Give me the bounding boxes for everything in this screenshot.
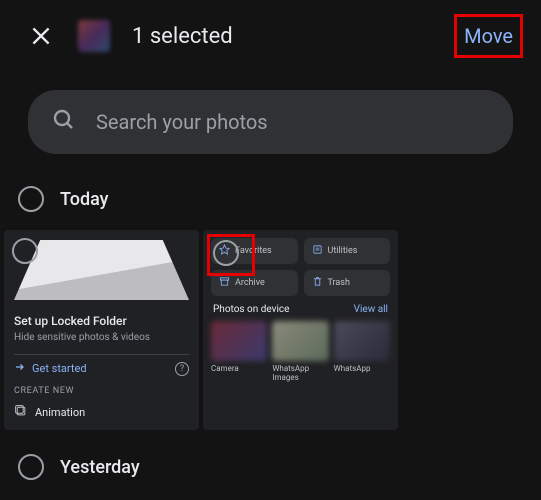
- today-label: Today: [60, 189, 109, 210]
- section-yesterday: Yesterday: [0, 446, 541, 488]
- folder-thumbnail: [272, 321, 328, 361]
- trash-chip[interactable]: Trash: [304, 270, 391, 296]
- folder-label: WhatsApp Images: [272, 364, 328, 382]
- folder-thumbnail: [211, 321, 267, 361]
- animation-label: Animation: [35, 406, 85, 419]
- selected-count: 1 selected: [132, 24, 448, 49]
- yesterday-label: Yesterday: [60, 457, 140, 478]
- close-icon[interactable]: [28, 23, 54, 49]
- archive-icon: [219, 276, 230, 290]
- utilities-icon: [312, 244, 323, 258]
- move-button-label: Move: [464, 24, 513, 48]
- today-grid: Set up Locked Folder Hide sensitive phot…: [0, 230, 541, 430]
- search-input[interactable]: Search your photos: [28, 90, 513, 154]
- move-button[interactable]: Move: [464, 24, 513, 48]
- selection-header: 1 selected Move: [0, 0, 541, 72]
- photos-on-device-label: Photos on device: [213, 304, 289, 315]
- animation-icon: [14, 404, 27, 420]
- utilities-label: Utilities: [328, 246, 358, 256]
- utilities-chip[interactable]: Utilities: [304, 238, 391, 264]
- locked-folder-card[interactable]: Set up Locked Folder Hide sensitive phot…: [4, 230, 199, 430]
- locked-folder-title: Set up Locked Folder: [14, 314, 189, 328]
- selected-thumbnail: [78, 20, 110, 52]
- trash-icon: [312, 276, 323, 290]
- help-icon[interactable]: ?: [175, 362, 189, 376]
- library-card[interactable]: Favorites Utilities Archive Trash: [203, 230, 398, 430]
- folder-label: WhatsApp: [334, 364, 390, 373]
- archive-chip[interactable]: Archive: [211, 270, 298, 296]
- folder-label: Camera: [211, 364, 267, 373]
- device-folder-whatsapp-images[interactable]: WhatsApp Images: [272, 321, 328, 382]
- favorites-label: Favorites: [235, 246, 272, 256]
- arrow-right-icon: [14, 361, 26, 376]
- view-all-button[interactable]: View all: [354, 304, 388, 315]
- get-started-label: Get started: [32, 362, 87, 375]
- device-folder-camera[interactable]: Camera: [211, 321, 267, 382]
- create-animation-button[interactable]: Animation: [14, 404, 189, 420]
- locked-folder-illustration: [14, 240, 189, 300]
- archive-label: Archive: [235, 278, 265, 288]
- create-new-header: CREATE NEW: [14, 386, 189, 396]
- select-today-checkbox[interactable]: [18, 186, 44, 212]
- select-item-checkbox[interactable]: [12, 238, 38, 264]
- trash-label: Trash: [328, 278, 350, 288]
- locked-folder-subtitle: Hide sensitive photos & videos: [14, 332, 189, 343]
- get-started-button[interactable]: Get started: [14, 361, 87, 376]
- device-folder-whatsapp[interactable]: WhatsApp: [334, 321, 390, 382]
- section-today: Today: [0, 178, 541, 220]
- select-yesterday-checkbox[interactable]: [18, 454, 44, 480]
- select-item-checkbox[interactable]: [213, 240, 239, 266]
- search-icon: [52, 108, 76, 136]
- search-placeholder: Search your photos: [96, 110, 268, 134]
- folder-thumbnail: [334, 321, 390, 361]
